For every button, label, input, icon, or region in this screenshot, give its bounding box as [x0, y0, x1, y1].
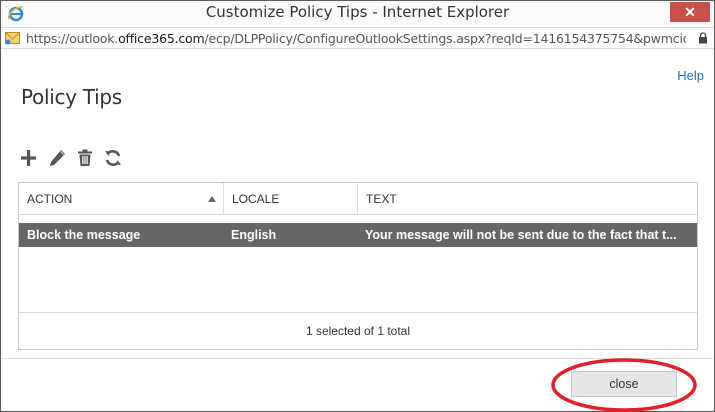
page-title: Policy Tips — [21, 85, 122, 109]
policy-tips-grid: ACTION LOCALE TEXT Block the message Eng… — [18, 182, 698, 350]
column-header-text[interactable]: TEXT — [358, 183, 697, 215]
cell-text: Your message will not be sent due to the… — [365, 228, 677, 242]
sort-ascending-icon — [208, 196, 216, 202]
lock-icon[interactable] — [698, 32, 708, 44]
add-icon[interactable] — [19, 148, 39, 168]
delete-icon[interactable] — [75, 148, 95, 168]
divider — [2, 358, 714, 359]
help-link[interactable]: Help — [677, 68, 704, 83]
browser-window: Customize Policy Tips - Internet Explore… — [0, 0, 715, 412]
edit-icon[interactable] — [47, 148, 67, 168]
column-header-locale[interactable]: LOCALE — [224, 183, 357, 215]
title-bar: Customize Policy Tips - Internet Explore… — [1, 1, 714, 25]
page-envelope-icon — [5, 32, 20, 45]
cell-action: Block the message — [27, 228, 141, 242]
url-prefix: https://outlook. — [26, 31, 119, 46]
url-domain: office365.com — [118, 31, 205, 46]
url-text[interactable]: https://outlook.office365.com/ecp/DLPPol… — [26, 31, 686, 46]
cell-locale: English — [231, 228, 277, 242]
window-close-button[interactable]: ✕ — [670, 2, 710, 22]
window-title: Customize Policy Tips - Internet Explore… — [205, 3, 510, 21]
close-button[interactable]: close — [571, 371, 677, 397]
url-path: /ecp/DLPPolicy/ConfigureOutlookSettings.… — [204, 31, 686, 46]
refresh-icon[interactable] — [103, 148, 123, 168]
dialog-content: Help Policy Tips ACTION LOCALE TEXT Bloc… — [2, 50, 714, 412]
column-header-action[interactable]: ACTION — [19, 183, 223, 215]
address-bar[interactable]: https://outlook.office365.com/ecp/DLPPol… — [1, 27, 714, 49]
grid-header: ACTION LOCALE TEXT — [19, 183, 697, 215]
table-row[interactable]: Block the message English Your message w… — [19, 223, 697, 247]
grid-selection-status: 1 selected of 1 total — [19, 312, 697, 349]
